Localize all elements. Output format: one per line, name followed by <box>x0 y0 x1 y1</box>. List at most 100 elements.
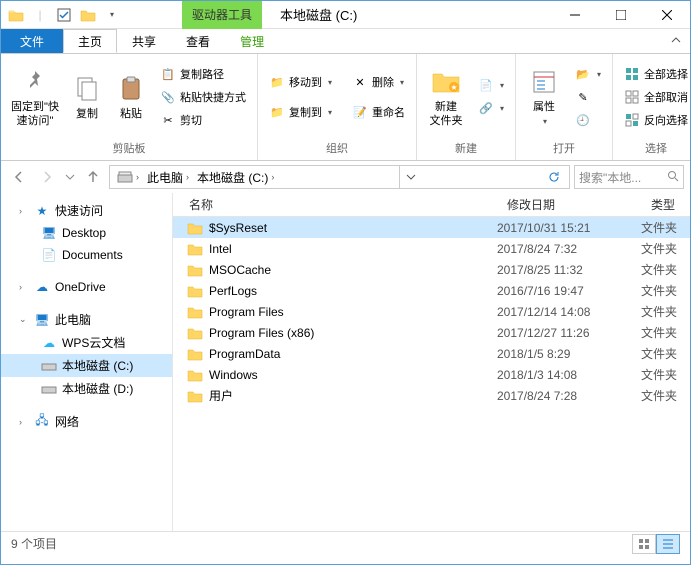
tree-desktop[interactable]: 🖥Desktop <box>1 222 172 244</box>
open-icon: 📂 <box>575 66 591 82</box>
view-details-button[interactable] <box>656 534 680 554</box>
file-date: 2017/8/25 11:32 <box>497 263 641 277</box>
view-thumbnails-button[interactable] <box>632 534 656 554</box>
ribbon-group-select: 全部选择 全部取消 反向选择 选择 <box>613 54 691 160</box>
delete-button[interactable]: ✕删除▾ <box>347 71 410 93</box>
folder-icon <box>187 221 203 235</box>
svg-text:★: ★ <box>450 83 457 92</box>
file-row[interactable]: 用户2017/8/24 7:28文件夹 <box>173 385 690 406</box>
col-type[interactable]: 类型 <box>641 196 690 213</box>
properties-icon <box>528 66 560 98</box>
tree-onedrive[interactable]: ›☁OneDrive <box>1 276 172 298</box>
file-name: Program Files (x86) <box>209 326 314 340</box>
file-type: 文件夹 <box>641 387 690 404</box>
file-date: 2017/12/27 11:26 <box>497 326 641 340</box>
invert-selection-button[interactable]: 反向选择 <box>619 109 691 131</box>
edit-button[interactable]: ✎ <box>570 86 606 108</box>
file-date: 2017/12/14 14:08 <box>497 305 641 319</box>
file-row[interactable]: Program Files (x86)2017/12/27 11:26文件夹 <box>173 322 690 343</box>
tab-file[interactable]: 文件 <box>1 29 63 53</box>
crumb-drive-icon[interactable]: › <box>114 170 142 184</box>
group-label: 剪贴板 <box>7 138 251 158</box>
file-type: 文件夹 <box>641 303 690 320</box>
close-button[interactable] <box>644 1 690 29</box>
minimize-button[interactable] <box>552 1 598 29</box>
paste-shortcut-button[interactable]: 📎粘贴快捷方式 <box>155 86 251 108</box>
col-date[interactable]: 修改日期 <box>497 196 641 213</box>
paste-button[interactable]: 粘贴 <box>111 57 151 137</box>
file-name: Intel <box>209 242 232 256</box>
new-folder-button[interactable]: ★ 新建 文件夹 <box>423 57 469 137</box>
file-type: 文件夹 <box>641 261 690 278</box>
refresh-button[interactable] <box>543 166 565 188</box>
nav-back-button[interactable] <box>7 165 31 189</box>
qat-folder-icon[interactable] <box>77 4 99 26</box>
window-title: 本地磁盘 (C:) <box>262 5 375 24</box>
rename-icon: 📝 <box>352 104 368 120</box>
file-date: 2017/8/24 7:28 <box>497 389 641 403</box>
maximize-button[interactable] <box>598 1 644 29</box>
copy-button[interactable]: 复制 <box>67 57 107 137</box>
tree-network[interactable]: ›🖧网络 <box>1 410 172 433</box>
search-input[interactable]: 搜索"本地... <box>574 165 684 189</box>
tree-documents[interactable]: 📄Documents <box>1 244 172 266</box>
crumb-drive-c[interactable]: 本地磁盘 (C:)› <box>194 169 277 186</box>
search-icon <box>667 170 679 185</box>
file-name: Program Files <box>209 305 284 319</box>
file-name: PerfLogs <box>209 284 257 298</box>
file-row[interactable]: $SysReset2017/10/31 15:21文件夹 <box>173 217 690 238</box>
folder-icon <box>187 263 203 277</box>
drive-icon <box>41 358 57 374</box>
file-row[interactable]: MSOCache2017/8/25 11:32文件夹 <box>173 259 690 280</box>
file-row[interactable]: Windows2018/1/3 14:08文件夹 <box>173 364 690 385</box>
folder-icon <box>187 305 203 319</box>
file-row[interactable]: ProgramData2018/1/5 8:29文件夹 <box>173 343 690 364</box>
tree-drive-c[interactable]: 本地磁盘 (C:) <box>1 354 172 377</box>
col-name[interactable]: 名称 <box>173 196 497 213</box>
copy-icon <box>71 73 103 105</box>
folder-icon[interactable] <box>5 4 27 26</box>
easy-access-button[interactable]: 🔗▾ <box>473 98 509 120</box>
tree-quick-access[interactable]: ›★快速访问 <box>1 199 172 222</box>
copy-to-button[interactable]: 📁复制到▾ <box>264 101 337 123</box>
nav-forward-button[interactable] <box>35 165 59 189</box>
contextual-tool-tab[interactable]: 驱动器工具 <box>182 1 262 29</box>
crumb-this-pc[interactable]: 此电脑› <box>144 169 192 186</box>
tree-wps[interactable]: ☁WPS云文档 <box>1 331 172 354</box>
tree-drive-d[interactable]: 本地磁盘 (D:) <box>1 377 172 400</box>
tab-share[interactable]: 共享 <box>117 29 171 53</box>
file-row[interactable]: Program Files 2017/12/14 14:08文件夹 <box>173 301 690 322</box>
invert-icon <box>624 112 640 128</box>
select-all-button[interactable]: 全部选择 <box>619 63 691 85</box>
ribbon-group-open: 属性▾ 📂▾ ✎ 🕘 打开 <box>516 54 613 160</box>
address-bar: › 此电脑› 本地磁盘 (C:)› 搜索"本地... <box>1 161 690 193</box>
nav-recent-button[interactable] <box>63 165 77 189</box>
qat-checkbox-icon[interactable] <box>53 4 75 26</box>
history-button[interactable]: 🕘 <box>570 109 606 131</box>
nav-up-button[interactable] <box>81 165 105 189</box>
file-row[interactable]: Intel2017/8/24 7:32文件夹 <box>173 238 690 259</box>
tab-manage[interactable]: 管理 <box>225 29 279 53</box>
tab-view[interactable]: 查看 <box>171 29 225 53</box>
rename-button[interactable]: 📝重命名 <box>347 101 410 123</box>
properties-button[interactable]: 属性▾ <box>522 57 566 137</box>
folder-icon <box>187 347 203 361</box>
pin-button[interactable]: 固定到"快速访问" <box>7 57 63 137</box>
group-label: 新建 <box>423 138 509 158</box>
breadcrumb-dropdown-icon[interactable] <box>399 166 421 188</box>
file-row[interactable]: PerfLogs2016/7/16 19:47文件夹 <box>173 280 690 301</box>
new-item-button[interactable]: 📄▾ <box>473 75 509 97</box>
qat-dropdown-icon[interactable]: ▾ <box>101 4 123 26</box>
copy-path-button[interactable]: 📋复制路径 <box>155 63 251 85</box>
tree-this-pc[interactable]: ⌄🖥此电脑 <box>1 308 172 331</box>
ribbon: 固定到"快速访问" 复制 粘贴 📋复制路径 📎粘贴快捷方式 ✂剪切 剪贴板 📁移… <box>1 53 690 161</box>
ribbon-collapse-icon[interactable] <box>662 29 690 53</box>
tab-home[interactable]: 主页 <box>63 29 117 53</box>
select-none-button[interactable]: 全部取消 <box>619 86 691 108</box>
file-type: 文件夹 <box>641 366 690 383</box>
open-button[interactable]: 📂▾ <box>570 63 606 85</box>
move-to-button[interactable]: 📁移动到▾ <box>264 71 337 93</box>
breadcrumb[interactable]: › 此电脑› 本地磁盘 (C:)› <box>109 165 570 189</box>
column-headers: 名称 修改日期 类型 <box>173 193 690 217</box>
cut-button[interactable]: ✂剪切 <box>155 109 251 131</box>
